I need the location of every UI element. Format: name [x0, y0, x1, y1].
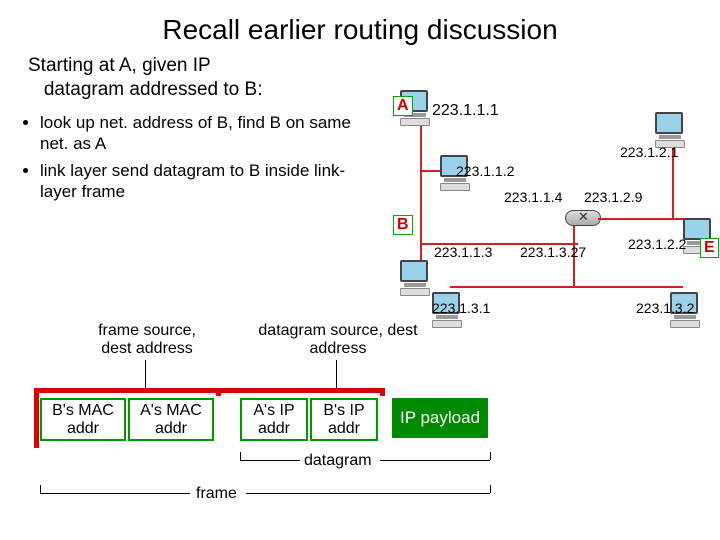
field-a-mac: A's MAC addr: [128, 398, 214, 441]
frame-span-right: [246, 493, 490, 494]
frame-span-left: [40, 493, 190, 494]
dgram-src-label: datagram source, dest address: [258, 322, 418, 359]
bullet-list: look up net. address of B, find B on sam…: [0, 102, 360, 203]
node-a-label: A: [393, 96, 413, 116]
ip-a2: 223.1.1.2: [456, 163, 514, 179]
connector-line: [336, 360, 337, 388]
intro-line-1: Starting at A, given IP: [28, 55, 211, 76]
field-b-ip-text: B's IP addr: [323, 402, 364, 437]
datagram-span-right: [380, 460, 490, 461]
red-bracket-left: [34, 388, 39, 448]
field-a-ip: A's IP addr: [240, 398, 308, 441]
node-b-label: B: [393, 215, 413, 235]
field-b-mac-text: B's MAC addr: [52, 402, 114, 437]
ip-r2: 223.1.2.9: [584, 189, 642, 205]
ip-e-top: 223.1.2.1: [620, 144, 678, 160]
frame-src-label: frame source, dest address: [82, 322, 212, 359]
link-line: [573, 286, 683, 288]
connector-line: [145, 360, 146, 388]
field-a-mac-text: A's MAC addr: [140, 402, 202, 437]
field-ip-payload: IP payload: [392, 398, 488, 438]
bullet-1: look up net. address of B, find B on sam…: [40, 112, 360, 155]
node-e-label: E: [700, 238, 719, 258]
ip-d1: 223.1.3.1: [432, 300, 490, 316]
datagram-tick: [490, 452, 491, 460]
pc-icon: [655, 112, 685, 148]
field-b-ip: B's IP addr: [310, 398, 378, 441]
frame-tick: [490, 485, 491, 493]
ip-d2: 223.1.3.2: [636, 300, 694, 316]
ip-b: 223.1.1.3: [434, 244, 492, 260]
datagram-span-left: [240, 460, 300, 461]
ip-e: 223.1.2.2: [628, 236, 686, 252]
hub-center-icon: [565, 210, 601, 226]
intro-line-2: datagram addressed to B:: [44, 79, 263, 100]
red-bracket-top: [34, 388, 384, 393]
datagram-tick: [240, 452, 241, 460]
link-line: [450, 286, 575, 288]
ip-r1: 223.1.1.4: [504, 189, 562, 205]
pc-b-icon: [400, 260, 430, 296]
bullet-2: link layer send datagram to B inside lin…: [40, 160, 360, 203]
datagram-span-label: datagram: [304, 452, 372, 470]
field-b-mac: B's MAC addr: [40, 398, 126, 441]
red-bracket-mid-stub: [216, 388, 221, 396]
link-line: [420, 243, 422, 261]
frame-tick: [40, 485, 41, 493]
link-line: [420, 120, 422, 245]
field-a-ip-text: A's IP addr: [253, 402, 294, 437]
intro-text: Starting at A, given IP datagram address…: [0, 50, 330, 102]
page-title: Recall earlier routing discussion: [0, 0, 720, 50]
link-line: [598, 218, 688, 220]
red-bracket-right-stub: [380, 388, 385, 396]
ip-a: 223.1.1.1: [432, 102, 499, 120]
ip-r3: 223.1.3.27: [520, 244, 586, 260]
frame-span-label: frame: [196, 485, 237, 503]
